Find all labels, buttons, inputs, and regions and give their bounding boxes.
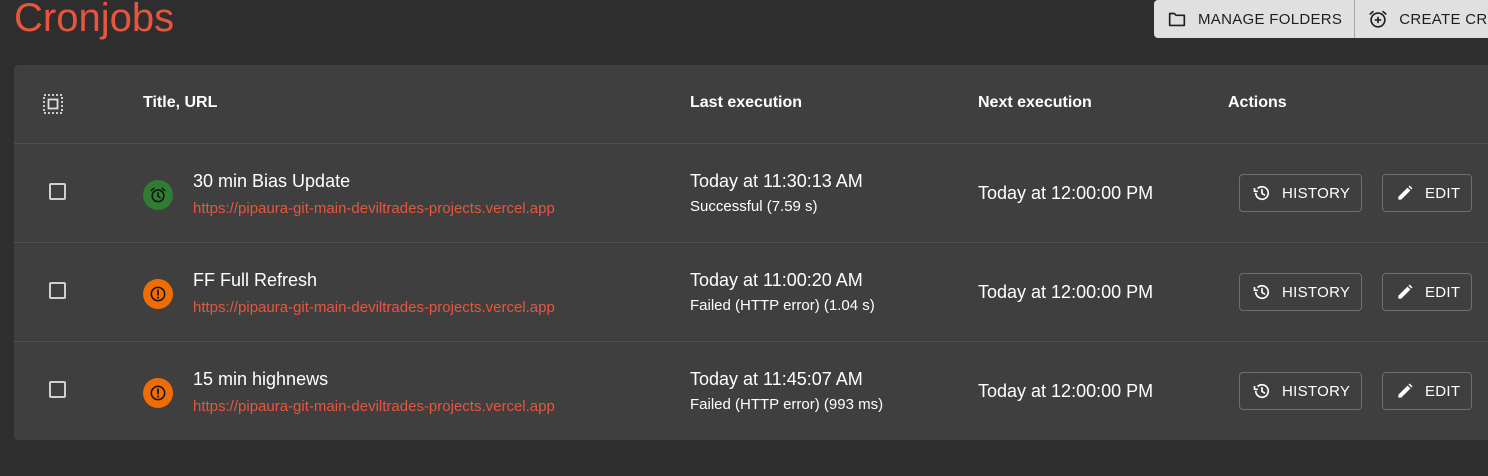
history-icon (1253, 185, 1270, 201)
alert-icon (143, 279, 173, 309)
history-icon (1253, 383, 1270, 399)
row-checkbox[interactable] (49, 381, 66, 398)
last-execution-time: Today at 11:00:20 AM (690, 270, 863, 290)
column-header-title-url: Title, URL (143, 94, 218, 111)
history-button[interactable]: HISTORY (1239, 273, 1362, 311)
last-execution-status: Failed (HTTP error) (1.04 s) (690, 297, 875, 314)
alarm-add-icon (1369, 10, 1387, 28)
alert-icon (143, 378, 173, 408)
column-header-next-execution: Next execution (978, 94, 1092, 111)
column-header-last-execution: Last execution (690, 94, 803, 111)
pencil-icon (1398, 185, 1413, 200)
last-execution-time: Today at 11:45:07 AM (690, 369, 863, 389)
row-checkbox[interactable] (49, 282, 66, 299)
history-label: HISTORY (1282, 184, 1351, 202)
job-url[interactable]: https://pipaura-git-main-deviltrades-pro… (193, 398, 573, 415)
manage-folders-button[interactable]: MANAGE FOLDERS (1154, 0, 1354, 38)
alarm-icon (143, 180, 173, 210)
history-label: HISTORY (1282, 283, 1351, 301)
last-execution-status: Failed (HTTP error) (993 ms) (690, 396, 884, 413)
table-row: 15 min highnews https://pipaura-git-main… (14, 342, 1488, 440)
job-url[interactable]: https://pipaura-git-main-deviltrades-pro… (193, 200, 573, 217)
edit-button[interactable]: EDIT (1382, 372, 1472, 410)
job-title[interactable]: 15 min highnews (193, 369, 328, 390)
last-execution-status: Successful (7.59 s) (690, 198, 818, 215)
folder-icon (1168, 12, 1186, 27)
create-cronjob-button[interactable]: CREATE CRONJOB (1354, 0, 1488, 38)
pencil-icon (1398, 383, 1413, 398)
next-execution-time: Today at 12:00:00 PM (978, 282, 1154, 302)
history-button[interactable]: HISTORY (1239, 372, 1362, 410)
pencil-icon (1398, 284, 1413, 299)
job-title[interactable]: 30 min Bias Update (193, 171, 350, 192)
cronjobs-table: Title, URL Last execution Next execution… (14, 65, 1488, 440)
history-label: HISTORY (1282, 382, 1351, 400)
edit-label: EDIT (1425, 283, 1461, 301)
table-row: 30 min Bias Update https://pipaura-git-m… (14, 144, 1488, 243)
next-execution-time: Today at 12:00:00 PM (978, 381, 1154, 401)
toolbar: MANAGE FOLDERS CREATE CRONJOB (1154, 0, 1488, 38)
row-checkbox[interactable] (49, 183, 66, 200)
table-header: Title, URL Last execution Next execution… (14, 65, 1488, 144)
history-icon (1253, 284, 1270, 300)
edit-label: EDIT (1425, 382, 1461, 400)
table-row: FF Full Refresh https://pipaura-git-main… (14, 243, 1488, 342)
job-title[interactable]: FF Full Refresh (193, 270, 317, 291)
edit-button[interactable]: EDIT (1382, 273, 1472, 311)
last-execution-time: Today at 11:30:13 AM (690, 171, 863, 191)
page-title: Cronjobs (14, 0, 175, 40)
edit-button[interactable]: EDIT (1382, 174, 1472, 212)
history-button[interactable]: HISTORY (1239, 174, 1362, 212)
edit-label: EDIT (1425, 184, 1461, 202)
manage-folders-label: MANAGE FOLDERS (1198, 10, 1343, 28)
select-all-icon[interactable] (41, 92, 65, 116)
job-url[interactable]: https://pipaura-git-main-deviltrades-pro… (193, 299, 573, 316)
next-execution-time: Today at 12:00:00 PM (978, 183, 1154, 203)
create-cronjob-label: CREATE CRONJOB (1399, 10, 1488, 28)
column-header-actions: Actions (1228, 94, 1287, 111)
